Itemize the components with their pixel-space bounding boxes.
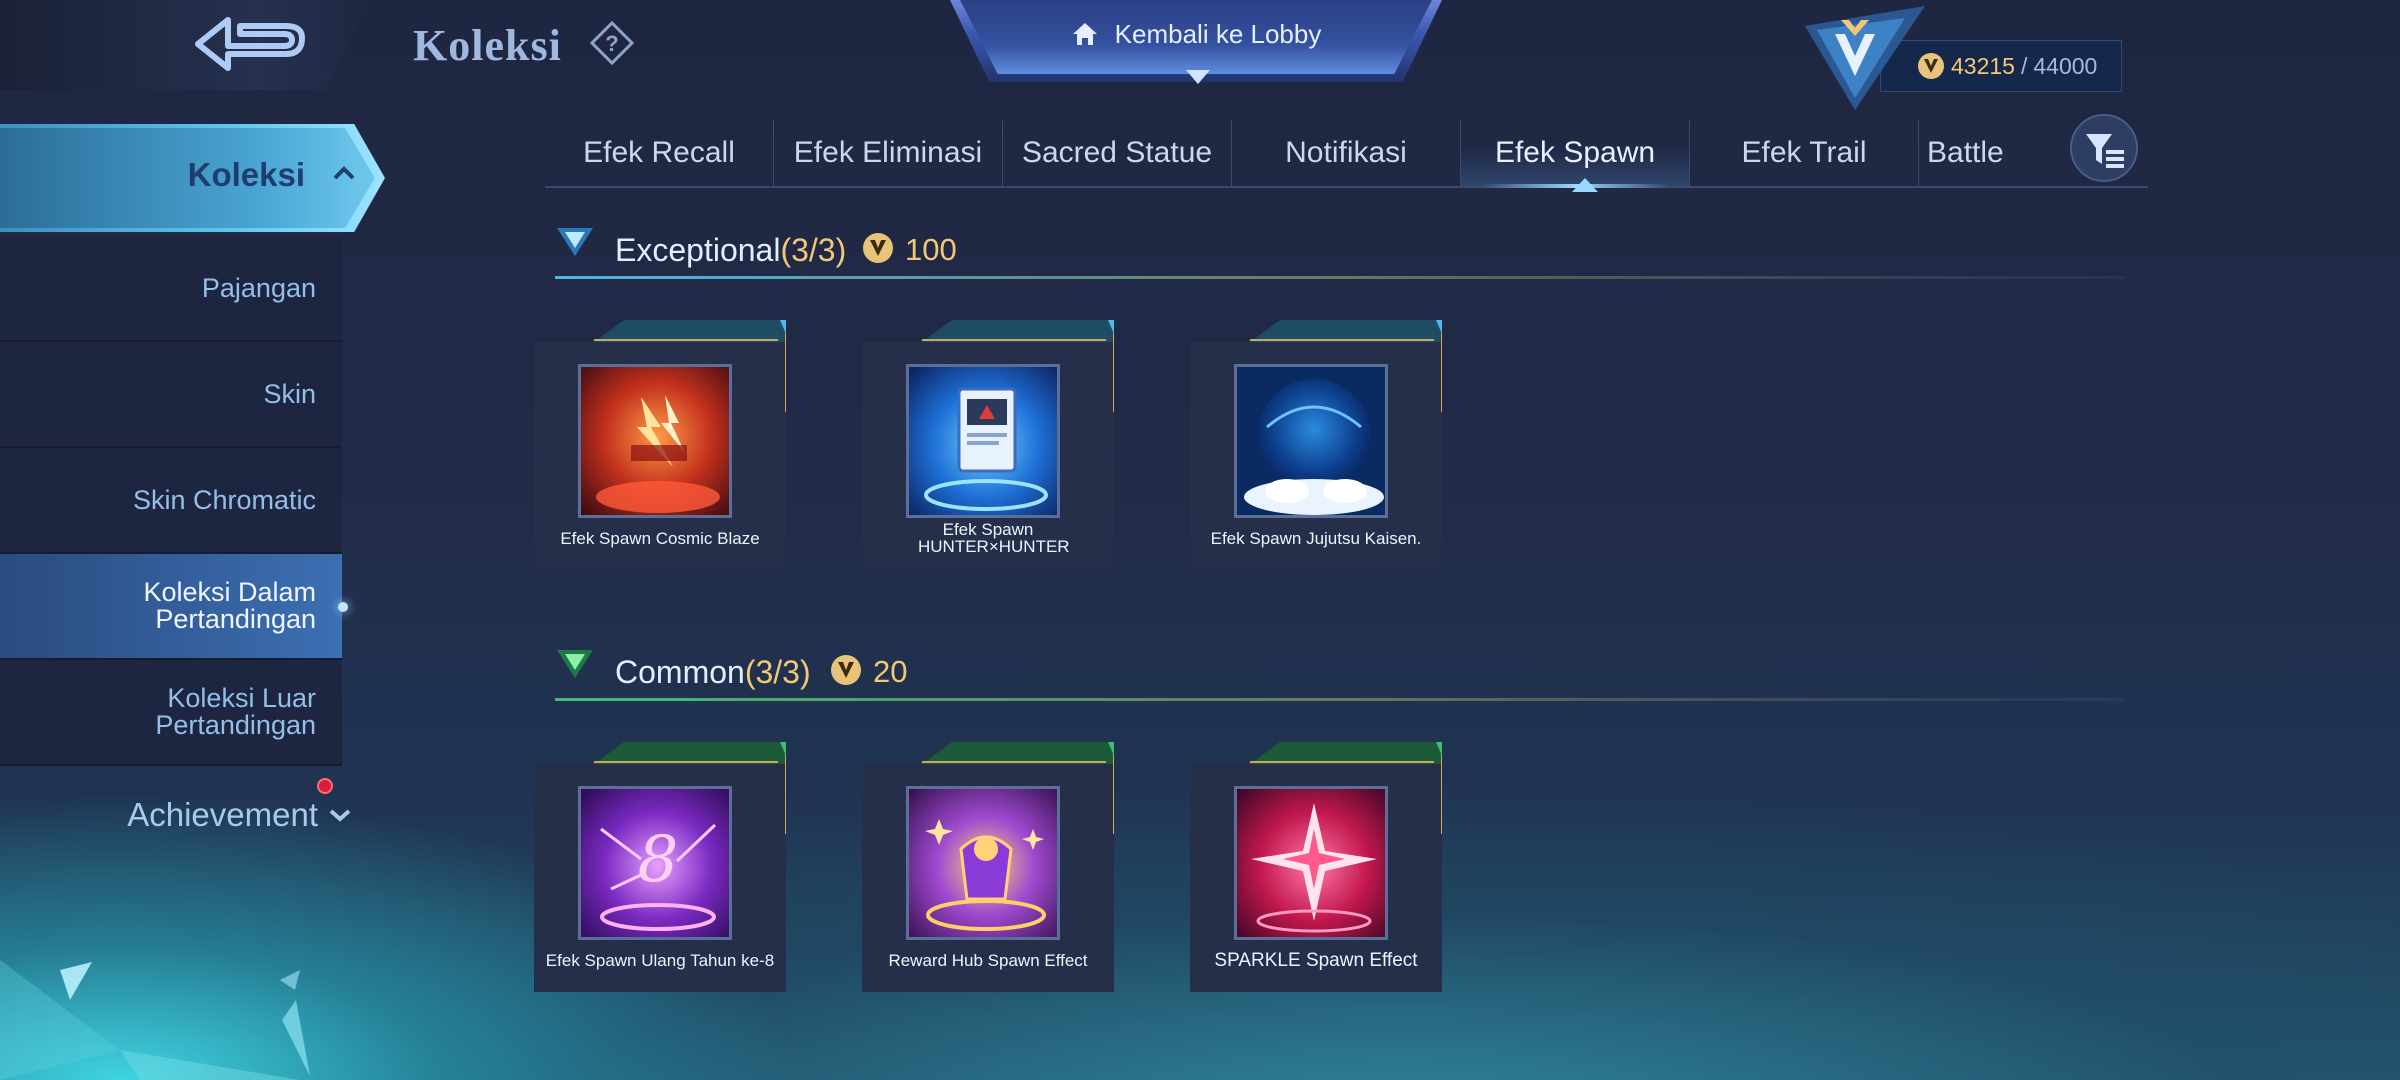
sidebar-achievement[interactable]: Achievement <box>0 770 352 860</box>
collection-item-card[interactable]: Efek Spawn HUNTER×HUNTER <box>862 320 1114 570</box>
tab-label: Efek Eliminasi <box>793 136 983 169</box>
collection-item-name: Efek Spawn HUNTER×HUNTER <box>918 520 1070 556</box>
section-divider <box>555 276 2125 279</box>
collection-item-name: Efek Spawn Jujutsu Kaisen. <box>1210 529 1422 548</box>
section-points: 20 <box>873 654 908 689</box>
blaze-effect-thumbnail <box>578 364 732 518</box>
sidebar-item-koleksi-dalam-pertandingan[interactable]: Koleksi Dalam Pertandingan <box>0 554 348 660</box>
lobby-label: Kembali ke Lobby <box>1114 18 1322 49</box>
sparkle-effect-thumbnail <box>1234 786 1388 940</box>
section-count: (3/3) <box>780 232 847 268</box>
collection-item-card[interactable]: Reward Hub Spawn Effect <box>862 742 1114 992</box>
collection-item-name: Efek Spawn Ulang Tahun ke-8 <box>545 951 775 970</box>
birthday-effect-thumbnail: 8 <box>578 786 732 940</box>
collection-coin-icon <box>831 655 861 685</box>
tab-label: Battle <box>1927 136 2004 169</box>
collection-item-card[interactable]: Efek Spawn Jujutsu Kaisen. <box>1190 320 1442 570</box>
tab-efek-eliminasi[interactable]: Efek Eliminasi <box>774 120 1003 186</box>
sidebar-item-skin[interactable]: Skin <box>0 342 342 448</box>
section-points: 100 <box>905 232 957 267</box>
sidebar-menu: Pajangan Skin Skin Chromatic Koleksi Dal… <box>0 236 348 766</box>
section-header-common: Common(3/3) 20 <box>555 646 2125 706</box>
chevron-up-icon <box>333 166 355 180</box>
svg-text:?: ? <box>605 31 618 56</box>
category-tabs: Efek Recall Efek Eliminasi Sacred Statue… <box>545 120 2148 188</box>
section-name: Exceptional <box>615 232 781 268</box>
sidebar-item-label: Pajangan <box>201 272 316 303</box>
tab-notifikasi[interactable]: Notifikasi <box>1232 120 1461 186</box>
back-arrow-icon <box>195 17 305 71</box>
notification-dot <box>317 778 333 794</box>
section-count: (3/3) <box>744 654 811 690</box>
sidebar-item-label: Koleksi Dalam Pertandingan <box>143 577 316 634</box>
section-name: Common <box>615 654 745 690</box>
section-divider <box>555 698 2125 701</box>
collection-points-current: 43215 <box>1951 52 2015 79</box>
sidebar-koleksi-header[interactable]: Koleksi <box>0 124 385 232</box>
help-icon[interactable]: ? <box>589 20 635 66</box>
collector-rank-emblem-icon <box>1805 6 1925 110</box>
tab-label: Efek Recall <box>583 136 735 169</box>
sidebar-item-label: Skin Chromatic <box>132 484 316 515</box>
tab-battle[interactable]: Battle <box>1919 120 2039 186</box>
sidebar-item-koleksi-luar-pertandingan[interactable]: Koleksi Luar Pertandingan <box>0 660 342 766</box>
tab-sacred-statue[interactable]: Sacred Statue <box>1003 120 1232 186</box>
tab-efek-recall[interactable]: Efek Recall <box>545 120 774 186</box>
sidebar-item-skin-chromatic[interactable]: Skin Chromatic <box>0 448 342 554</box>
achievement-label: Achievement <box>127 796 318 833</box>
collection-item-name: Efek Spawn Cosmic Blaze <box>560 529 760 548</box>
tab-label: Efek Spawn <box>1494 136 1656 169</box>
sidebar-item-label: Koleksi Luar Pertandingan <box>155 683 316 740</box>
home-icon <box>1072 23 1097 45</box>
section-header-exceptional: Exceptional(3/3) 100 <box>555 224 2125 284</box>
collection-item-card[interactable]: SPARKLE Spawn Effect <box>1190 742 1442 992</box>
tab-efek-spawn[interactable]: Efek Spawn <box>1461 120 1690 188</box>
collection-item-card[interactable]: Efek Spawn Cosmic Blaze <box>534 320 786 570</box>
tab-label: Efek Trail <box>1741 136 1867 169</box>
sidebar-head-label: Koleksi <box>187 156 305 193</box>
tab-label: Sacred Statue <box>1021 136 1213 169</box>
filter-icon <box>2086 134 2124 168</box>
sidebar-item-label: Skin <box>263 378 316 409</box>
tab-efek-trail[interactable]: Efek Trail <box>1690 120 1919 186</box>
back-button[interactable] <box>0 0 370 90</box>
sidebar-item-pajangan[interactable]: Pajangan <box>0 236 342 342</box>
svg-text:8: 8 <box>638 823 679 897</box>
page-title: Koleksi <box>413 21 562 70</box>
collection-item-card[interactable]: 8 Efek Spawn Ulang Tahun ke-8 <box>534 742 786 992</box>
collection-points-max: 44000 <box>2033 52 2098 79</box>
hunter-effect-thumbnail <box>906 364 1060 518</box>
reward-hub-effect-thumbnail <box>906 786 1060 940</box>
collection-item-name: Reward Hub Spawn Effect <box>888 951 1088 970</box>
collection-item-name: SPARKLE Spawn Effect <box>1214 950 1418 971</box>
exceptional-tier-icon <box>557 228 593 256</box>
common-tier-icon <box>557 650 593 678</box>
tab-label: Notifikasi <box>1285 136 1407 169</box>
filter-button[interactable] <box>2070 114 2138 182</box>
decorative-crystal-icon <box>0 960 310 1080</box>
chevron-down-icon <box>329 809 351 822</box>
collection-coin-icon <box>863 233 893 263</box>
back-to-lobby-button[interactable]: Kembali ke Lobby <box>950 0 1442 82</box>
jujutsu-effect-thumbnail <box>1234 364 1388 518</box>
